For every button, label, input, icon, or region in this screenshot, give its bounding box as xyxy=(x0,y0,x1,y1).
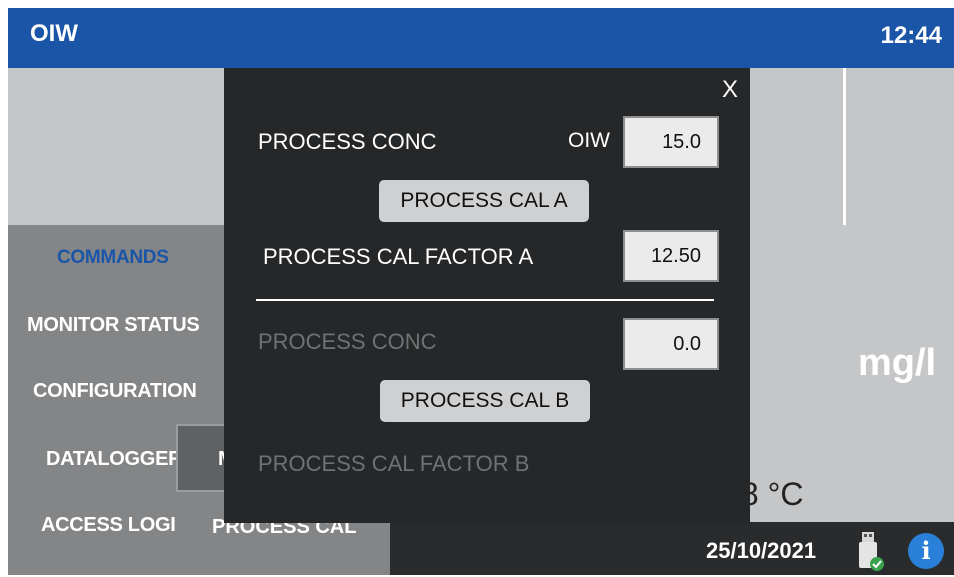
menu-item-monitor-status[interactable]: MONITOR STATUS xyxy=(27,314,200,337)
background-panel-right xyxy=(846,68,954,522)
clock: 12:44 xyxy=(880,22,942,49)
menu-item-configuration[interactable]: CONFIGURATION xyxy=(33,380,197,403)
process-conc-a-unit: OIW xyxy=(568,129,610,152)
process-conc-a-input[interactable]: 15.0 xyxy=(623,116,719,168)
process-cal-factor-a-input[interactable]: 12.50 xyxy=(623,230,719,282)
unit-label: mg/l xyxy=(858,342,937,384)
menu-item-datalogger[interactable]: DATALOGGER xyxy=(46,448,183,471)
process-conc-b-label: PROCESS CONC xyxy=(258,329,437,354)
process-cal-factor-a-label: PROCESS CAL FACTOR A xyxy=(263,244,534,269)
menu-heading-commands[interactable]: COMMANDS xyxy=(57,247,169,269)
menu-item-access-log[interactable]: ACCESS LOGI xyxy=(41,514,176,537)
app-title: OIW xyxy=(30,20,78,47)
process-conc-a-label: PROCESS CONC xyxy=(258,129,437,154)
process-conc-b-input[interactable]: 0.0 xyxy=(623,318,719,370)
date-display: 25/10/2021 xyxy=(706,538,817,563)
process-cal-a-button[interactable]: PROCESS CAL A xyxy=(379,180,589,222)
process-cal-b-button[interactable]: PROCESS CAL B xyxy=(380,380,590,422)
title-bar: OIW 12:44 xyxy=(8,8,954,68)
section-divider xyxy=(256,299,714,301)
process-cal-factor-b-label: PROCESS CAL FACTOR B xyxy=(258,451,530,476)
close-button[interactable]: X xyxy=(722,76,738,104)
usb-stick-icon[interactable] xyxy=(856,530,884,572)
info-icon[interactable]: i xyxy=(908,533,944,569)
